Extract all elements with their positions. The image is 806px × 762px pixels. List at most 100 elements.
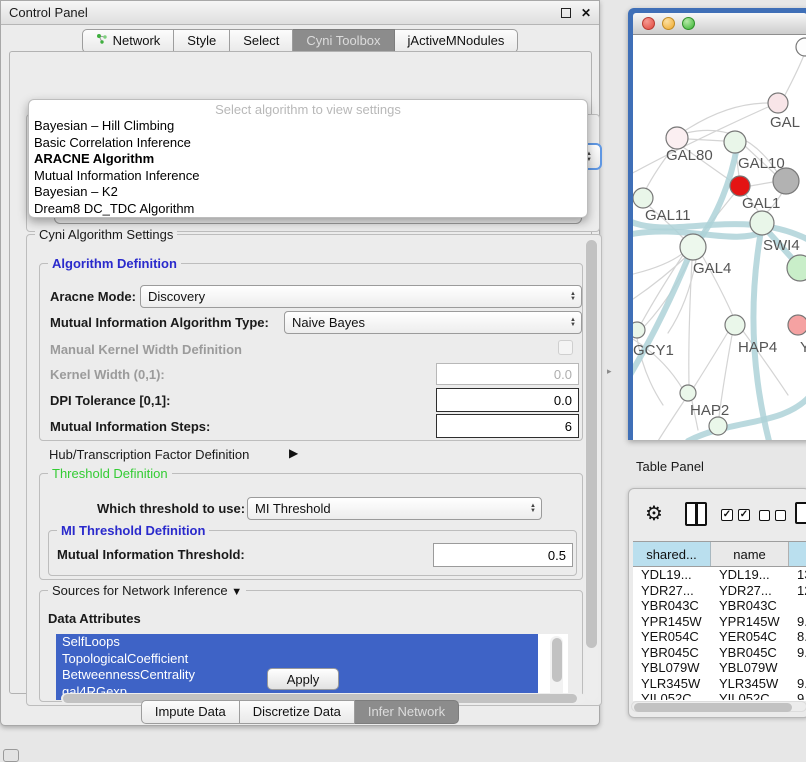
gear-icon[interactable]: ⚙: [645, 501, 663, 526]
collapse-down-icon[interactable]: ▼: [231, 586, 242, 598]
bottom-tab-discretize-data[interactable]: Discretize Data: [240, 700, 355, 724]
network-edge-highlighted[interactable]: [633, 251, 691, 380]
table-row[interactable]: YBR043CYBR043C: [633, 598, 806, 614]
node-hap2[interactable]: [680, 385, 696, 401]
float-window-icon[interactable]: [561, 8, 571, 18]
tab-network[interactable]: Network: [82, 29, 175, 53]
node-gal10[interactable]: [724, 131, 746, 153]
table-cell: YBR045C: [633, 645, 711, 661]
column-header-extra[interactable]: [789, 542, 806, 566]
mi-steps-label: Mutual Information Steps:: [50, 419, 210, 434]
network-edge[interactable]: [689, 260, 692, 385]
algorithm-option[interactable]: Mutual Information Inference: [29, 168, 587, 185]
table-horizontal-scrollbar[interactable]: [631, 701, 806, 712]
attribute-item[interactable]: SelfLoops: [56, 634, 538, 651]
network-edge-highlighted[interactable]: [753, 231, 769, 440]
minimize-traffic-light[interactable]: [662, 17, 675, 30]
algorithm-option[interactable]: Bayesian – Hill Climbing: [29, 118, 587, 135]
settings-group-title: Cyni Algorithm Settings: [35, 227, 177, 242]
kernel-width-field[interactable]: 0.0: [436, 363, 579, 385]
panel-divider-arrow-icon[interactable]: ▸: [607, 366, 612, 377]
algorithm-option[interactable]: Bayesian – K2: [29, 184, 587, 201]
node-bottom-partial[interactable]: [709, 417, 727, 435]
apply-button[interactable]: Apply: [267, 668, 339, 690]
control-panel-title: Control Panel: [9, 5, 88, 20]
node-top-partial[interactable]: [796, 38, 806, 56]
control-panel-titlebar: Control Panel ✕: [1, 1, 599, 25]
attribute-item[interactable]: TopologicalCoefficient: [56, 651, 538, 668]
close-traffic-light[interactable]: [642, 17, 655, 30]
bottom-tab-impute-data[interactable]: Impute Data: [141, 700, 240, 724]
algorithm-option[interactable]: Basic Correlation Inference: [29, 135, 587, 152]
manual-kernel-width-checkbox[interactable]: [558, 340, 573, 355]
algorithm-option[interactable]: Dream8 DC_TDC Algorithm: [29, 201, 587, 218]
table-toolbar: ⚙ ✓ ✓: [629, 489, 806, 539]
network-edge[interactable]: [750, 182, 773, 186]
tab-label: Infer Network: [368, 704, 445, 719]
table-cell: YER054C: [633, 629, 711, 645]
algorithm-definition-title: Algorithm Definition: [48, 256, 181, 271]
network-edge[interactable]: [688, 139, 724, 141]
network-edge[interactable]: [694, 332, 728, 387]
settings-vertical-scrollbar-thumb[interactable]: [586, 240, 597, 648]
bottom-tab-infer-network[interactable]: Infer Network: [355, 700, 459, 724]
settings-vertical-scrollbar[interactable]: [585, 239, 598, 701]
select-all-checkbox-icon[interactable]: ✓: [738, 509, 750, 521]
new-table-icon[interactable]: [795, 502, 806, 524]
table-panel-window: ⚙ ✓ ✓ shared...name YDL19...YDL19...13YD…: [628, 488, 806, 718]
node-gray[interactable]: [773, 168, 799, 194]
node-y-cut[interactable]: [788, 315, 806, 335]
table-row[interactable]: YIL052CYIL052C9.: [633, 691, 806, 700]
node-gal11[interactable]: [633, 188, 653, 208]
node-gal10-label: GAL10: [738, 155, 785, 172]
node-gal4[interactable]: [680, 234, 706, 260]
aracne-mode-combo[interactable]: Discovery ▲▼: [140, 285, 582, 308]
mi-threshold-field[interactable]: 0.5: [433, 543, 573, 567]
algorithm-definition-group: Algorithm Definition Aracne Mode: Discov…: [39, 263, 583, 441]
network-edge[interactable]: [658, 401, 684, 440]
which-threshold-combo[interactable]: MI Threshold ▲▼: [247, 497, 542, 520]
control-panel-tabbar: NetworkStyle Select Cyni ToolboxjActiveMNo…: [1, 29, 599, 53]
table-row[interactable]: YLR345WYLR345W9.: [633, 676, 806, 692]
column-header-name[interactable]: name: [711, 542, 789, 566]
mi-steps-field[interactable]: 6: [436, 414, 579, 438]
tab-label: Select: [243, 33, 279, 48]
node-gal1[interactable]: [730, 176, 750, 196]
node-gal-cut-label: GAL: [770, 114, 800, 131]
network-edge[interactable]: [785, 55, 804, 95]
node-gal-cut[interactable]: [768, 93, 788, 113]
tab-cyni-toolbox[interactable]: Cyni Toolbox: [293, 29, 394, 53]
select-all-checkbox-icon[interactable]: ✓: [721, 509, 733, 521]
node-swi4[interactable]: [750, 211, 774, 235]
dpi-tolerance-field[interactable]: 0.0: [436, 388, 579, 412]
node-hap4[interactable]: [725, 315, 745, 335]
table-cell: YDR27...: [711, 583, 789, 599]
node-table: shared...name YDL19...YDL19...13YDR27...…: [633, 541, 806, 701]
mi-algorithm-type-combo[interactable]: Naive Bayes ▲▼: [284, 311, 582, 334]
table-row[interactable]: YER054CYER054C8.: [633, 629, 806, 645]
algorithm-option[interactable]: ARACNE Algorithm: [29, 151, 587, 168]
tab-select[interactable]: Select: [230, 29, 293, 53]
table-row[interactable]: YBR045CYBR045C9.: [633, 645, 806, 661]
table-row[interactable]: YBL079WYBL079W: [633, 660, 806, 676]
tab-style[interactable]: Style: [174, 29, 230, 53]
data-attributes-list[interactable]: SelfLoopsTopologicalCoefficientBetweenne…: [56, 634, 568, 700]
close-icon[interactable]: ✕: [581, 8, 591, 18]
table-row[interactable]: YDR27...YDR27...12: [633, 583, 806, 599]
attributes-scrollbar-thumb[interactable]: [552, 638, 562, 682]
table-row[interactable]: YDL19...YDL19...13: [633, 567, 806, 583]
zoom-traffic-light[interactable]: [682, 17, 695, 30]
restore-panel-icon[interactable]: [3, 749, 19, 762]
column-header-shared...[interactable]: shared...: [633, 542, 711, 566]
expand-right-icon[interactable]: ▶: [289, 446, 298, 460]
node-gcy1[interactable]: [633, 322, 645, 338]
tab-jactivemnodules[interactable]: jActiveMNodules: [395, 29, 519, 53]
node-gal80[interactable]: [666, 127, 688, 149]
attributes-scrollbar[interactable]: [550, 636, 563, 698]
table-horizontal-scrollbar-thumb[interactable]: [634, 703, 792, 712]
table-row[interactable]: YPR145WYPR145W9.: [633, 614, 806, 630]
deselect-checkbox-icon[interactable]: [775, 510, 786, 521]
network-canvas[interactable]: GALGAL80GAL10GAL1GAL11SWI4GAL4GCY1HAP4YH…: [633, 35, 806, 440]
column-layout-icon[interactable]: [685, 502, 707, 526]
deselect-checkbox-icon[interactable]: [759, 510, 770, 521]
